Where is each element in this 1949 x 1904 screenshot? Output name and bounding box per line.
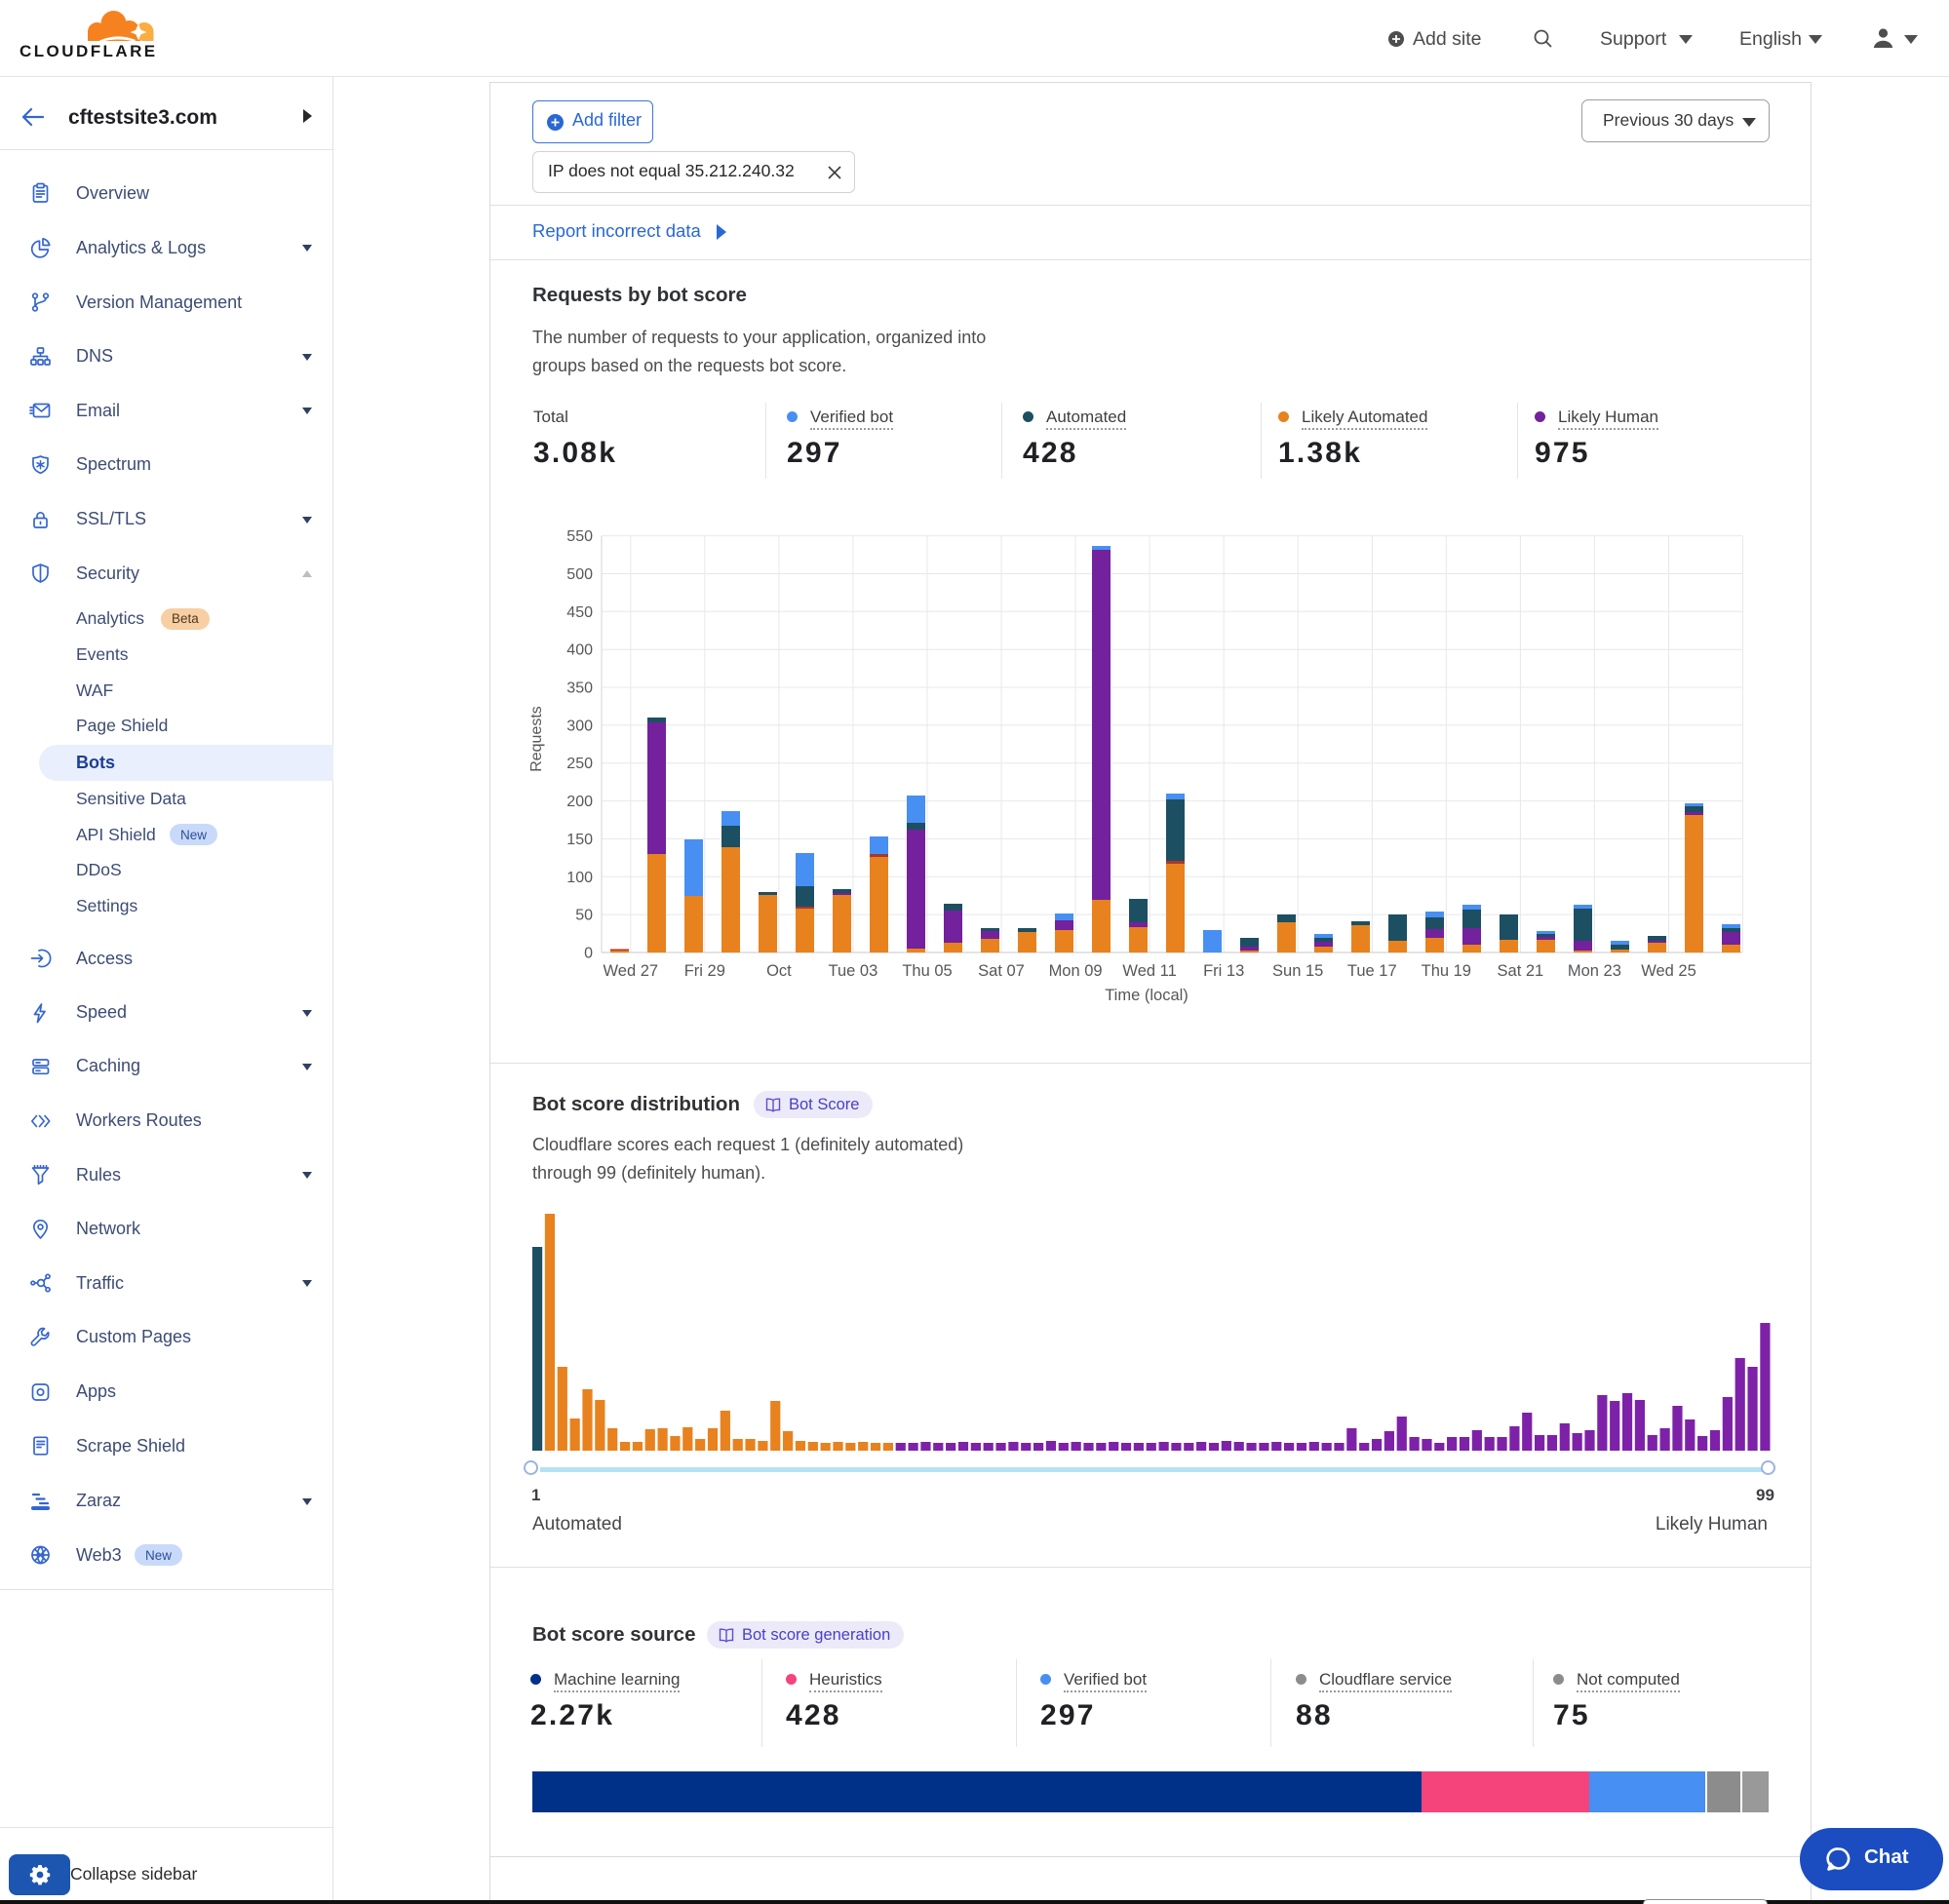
- svg-text:Wed 27: Wed 27: [604, 962, 659, 980]
- svg-text:Sat 07: Sat 07: [978, 962, 1025, 980]
- svg-text:Fri 13: Fri 13: [1203, 962, 1244, 980]
- svg-text:300: 300: [566, 718, 593, 734]
- svg-text:Wed 11: Wed 11: [1122, 962, 1176, 980]
- svg-text:Sun 15: Sun 15: [1272, 962, 1323, 980]
- svg-text:Mon 23: Mon 23: [1568, 962, 1621, 980]
- svg-text:350: 350: [566, 680, 593, 697]
- svg-text:400: 400: [566, 642, 593, 659]
- svg-text:0: 0: [584, 946, 593, 962]
- svg-text:250: 250: [566, 756, 593, 772]
- svg-text:Tue 17: Tue 17: [1347, 962, 1397, 980]
- svg-text:550: 550: [566, 528, 593, 545]
- svg-text:Sat 21: Sat 21: [1498, 962, 1544, 980]
- svg-text:100: 100: [566, 870, 593, 886]
- svg-text:Thu 05: Thu 05: [902, 962, 952, 980]
- svg-text:200: 200: [566, 794, 593, 810]
- svg-text:Wed 25: Wed 25: [1641, 962, 1696, 980]
- svg-text:450: 450: [566, 604, 593, 621]
- svg-text:Oct: Oct: [766, 962, 792, 980]
- svg-text:Tue 03: Tue 03: [829, 962, 878, 980]
- svg-text:50: 50: [575, 908, 593, 924]
- svg-text:Thu 19: Thu 19: [1422, 962, 1471, 980]
- svg-text:500: 500: [566, 566, 593, 583]
- svg-text:Fri 29: Fri 29: [684, 962, 725, 980]
- svg-text:Requests: Requests: [528, 706, 545, 772]
- svg-text:150: 150: [566, 832, 593, 848]
- svg-text:Time (local): Time (local): [1105, 987, 1189, 1004]
- svg-text:Mon 09: Mon 09: [1049, 962, 1103, 980]
